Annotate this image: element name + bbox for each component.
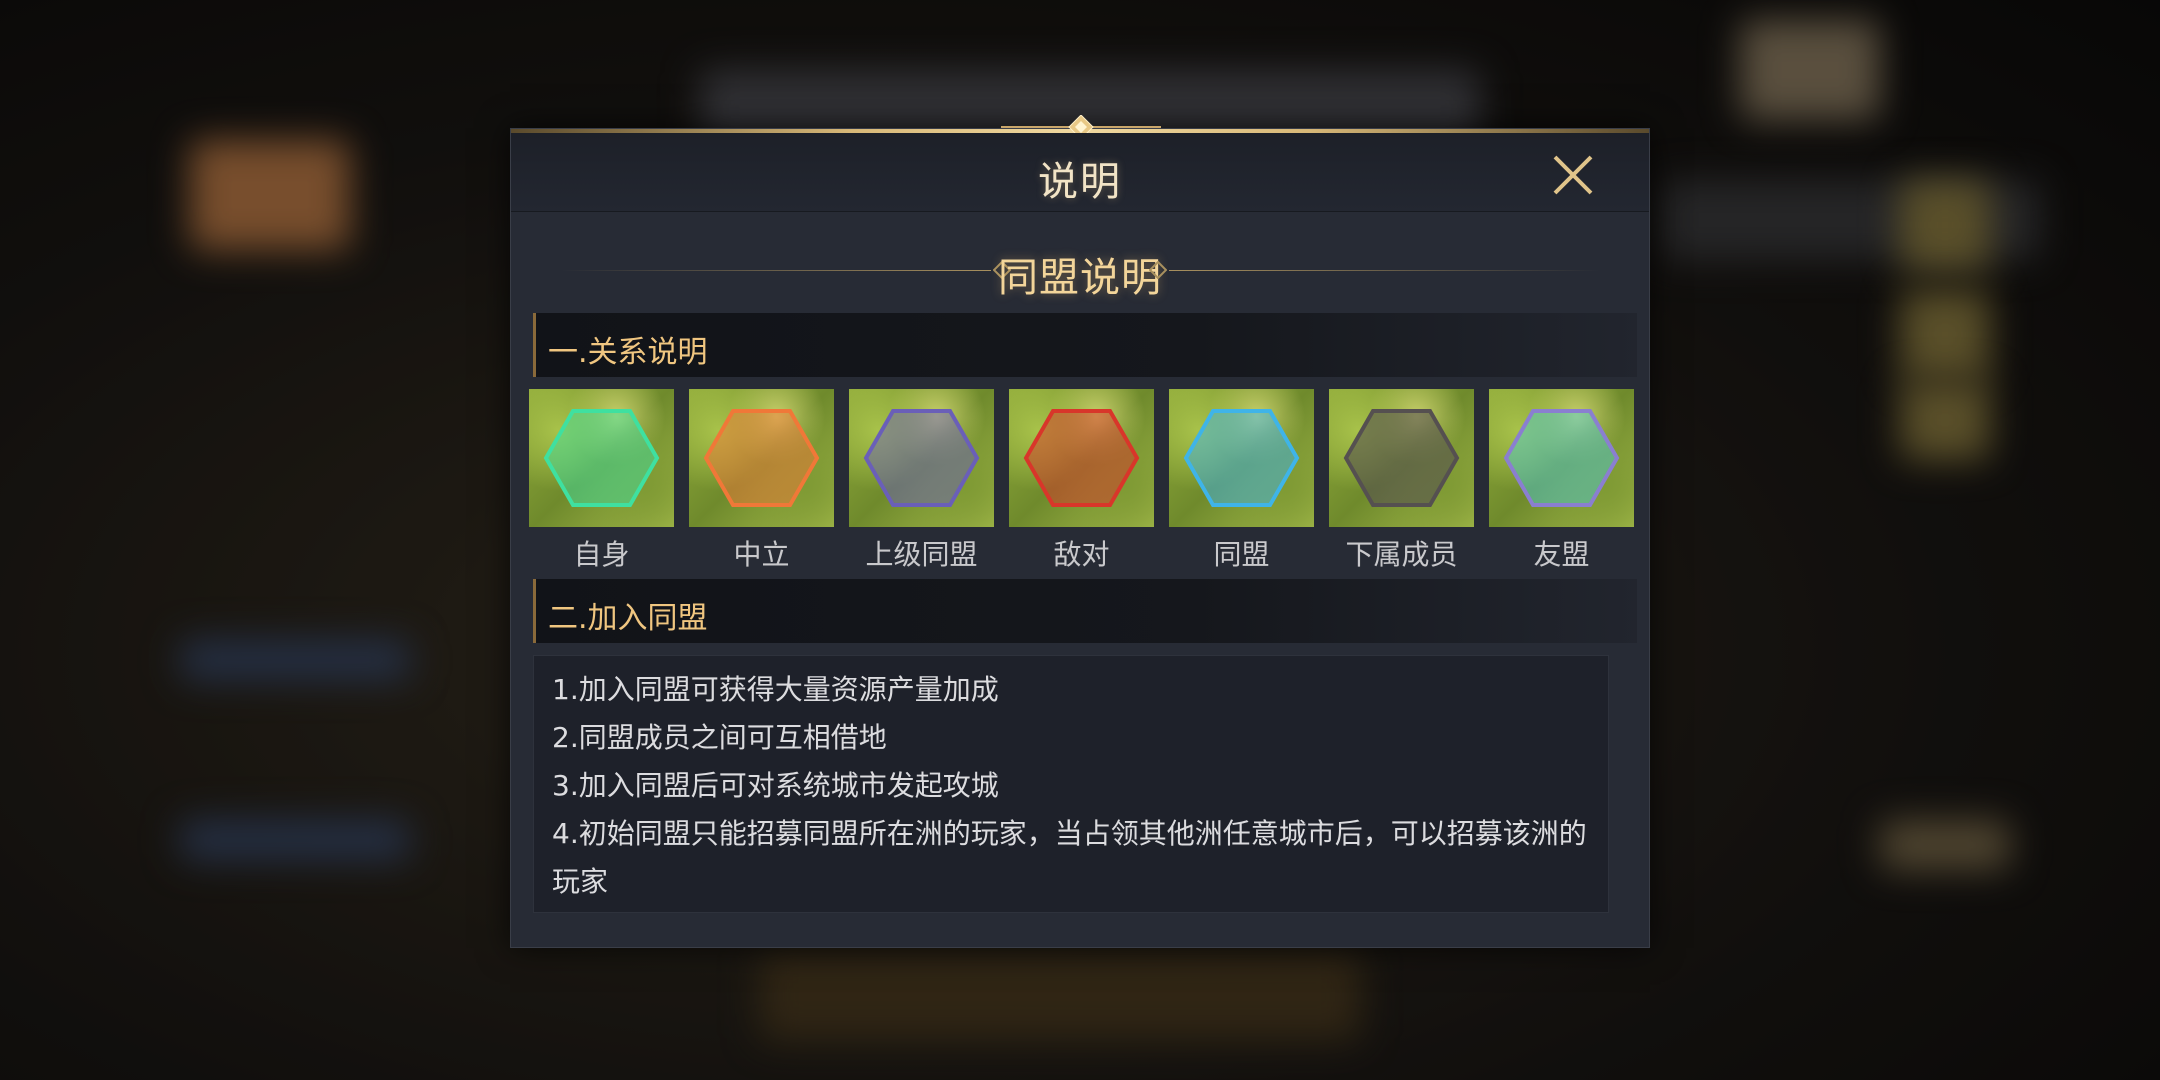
rule-item: 4.初始同盟只能招募同盟所在洲的玩家，当占领其他洲任意城市后，可以招募该洲的玩家 <box>552 817 1587 898</box>
subtitle-divider-right <box>1169 270 1599 271</box>
hex-tile-image <box>689 389 834 527</box>
rule-item: 2.同盟成员之间可互相借地 <box>552 721 887 754</box>
alliance-info-dialog: 说明 同盟说明 一.关系说明 自身 中立 上级同盟 敌对 同盟 下属成员 友盟 … <box>510 115 1650 948</box>
relation-name: 同盟 <box>1213 538 1270 571</box>
relation-tile-self: 自身 <box>529 389 674 573</box>
subtitle-row: 同盟说明 <box>541 239 1619 301</box>
relation-name: 敌对 <box>1053 538 1110 571</box>
relation-name: 上级同盟 <box>865 538 978 571</box>
hex-tile-image <box>1169 389 1314 527</box>
hex-tile-image <box>849 389 994 527</box>
relation-name: 友盟 <box>1533 538 1590 571</box>
section-header-join: 二.加入同盟 <box>533 579 1637 643</box>
hex-tile-image <box>529 389 674 527</box>
section-label-join: 二.加入同盟 <box>548 601 708 636</box>
section-subtitle: 同盟说明 <box>998 255 1162 301</box>
relation-legend: 自身 中立 上级同盟 敌对 同盟 下属成员 友盟 <box>529 389 1639 571</box>
section-header-relations: 一.关系说明 <box>533 313 1637 377</box>
rules-box: 1.加入同盟可获得大量资源产量加成 2.同盟成员之间可互相借地 3.加入同盟后可… <box>533 655 1609 913</box>
relation-name: 自身 <box>573 538 630 571</box>
relation-tile-superior-alliance: 上级同盟 <box>849 389 994 573</box>
dialog-header: 说明 <box>511 133 1649 212</box>
relation-tile-hostile: 敌对 <box>1009 389 1154 573</box>
dialog-title: 说明 <box>1038 159 1122 205</box>
hex-tile-image <box>1329 389 1474 527</box>
relation-tile-subordinate: 下属成员 <box>1329 389 1474 573</box>
diamond-right-icon <box>1149 261 1167 279</box>
relation-tile-alliance: 同盟 <box>1169 389 1314 573</box>
relation-name: 下属成员 <box>1345 538 1458 571</box>
rule-item: 1.加入同盟可获得大量资源产量加成 <box>552 673 999 706</box>
relation-name: 中立 <box>733 538 790 571</box>
rule-item: 3.加入同盟后可对系统城市发起攻城 <box>552 769 999 802</box>
hex-tile-image <box>1489 389 1634 527</box>
hex-tile-image <box>1009 389 1154 527</box>
close-button[interactable] <box>1549 151 1597 199</box>
relation-tile-neutral: 中立 <box>689 389 834 573</box>
relation-tile-friendly-alliance: 友盟 <box>1489 389 1634 573</box>
section-label-relations: 一.关系说明 <box>548 335 708 370</box>
close-icon <box>1553 155 1593 195</box>
